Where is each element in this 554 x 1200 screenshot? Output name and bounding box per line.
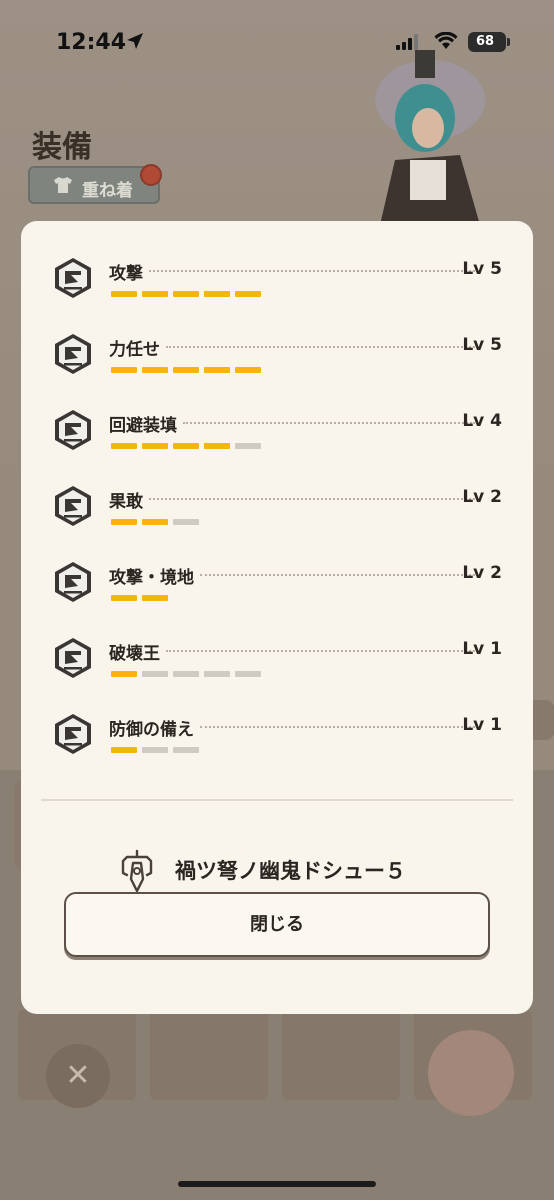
skill-badge-icon	[55, 714, 91, 754]
level-pip-empty	[173, 671, 199, 677]
skill-name: 果敢	[109, 492, 143, 512]
dotted-leader	[149, 270, 475, 272]
level-pip-filled	[111, 747, 137, 753]
level-pip-filled	[142, 367, 168, 373]
skill-level: Lv 5	[462, 335, 502, 355]
level-pip-filled	[111, 443, 137, 449]
skill-badge-icon	[55, 410, 91, 450]
skill-row: 回避装填 Lv 4	[21, 388, 533, 450]
page-title: 装備	[32, 130, 92, 165]
level-pip-filled	[142, 291, 168, 297]
skill-row: 破壊王 Lv 1	[21, 616, 533, 678]
skill-badge-icon	[55, 486, 91, 526]
level-pip-empty	[142, 671, 168, 677]
layering-button-label: 重ね着	[82, 181, 133, 201]
level-pip-empty	[142, 747, 168, 753]
skill-level: Lv 5	[462, 259, 502, 279]
home-indicator	[178, 1181, 376, 1187]
dotted-leader	[149, 498, 475, 500]
skill-level: Lv 2	[462, 563, 502, 583]
level-pip-filled	[173, 367, 199, 373]
level-pip-filled	[111, 519, 137, 525]
shirt-icon	[54, 177, 72, 193]
location-arrow-icon	[127, 33, 143, 49]
status-time: 12:44	[56, 30, 127, 55]
level-pip-empty	[235, 443, 261, 449]
layering-button[interactable]: 重ね着	[28, 164, 162, 204]
level-pip-filled	[173, 443, 199, 449]
skill-row: 力任せ Lv 5	[21, 312, 533, 374]
level-pip-empty	[173, 747, 199, 753]
bowgun-icon	[121, 849, 153, 893]
skill-name: 攻撃	[109, 264, 143, 284]
level-pip-filled	[111, 671, 137, 677]
level-pip-filled	[173, 291, 199, 297]
skill-name: 防御の備え	[109, 720, 194, 740]
character-preview	[375, 50, 485, 225]
skill-badge-icon	[55, 638, 91, 678]
skill-modal: 攻撃 Lv 5 力任せ Lv 5 回避装填 Lv 4 果敢 Lv 2 攻撃・境地 Lv 2 破壊王 L…	[21, 221, 533, 1014]
dotted-leader	[166, 650, 475, 652]
skill-name: 力任せ	[109, 340, 160, 360]
divider	[41, 799, 513, 801]
level-pip-filled	[142, 443, 168, 449]
skill-name: 回避装填	[109, 416, 177, 436]
skill-badge-icon	[55, 258, 91, 298]
level-pip-filled	[111, 291, 137, 297]
skill-level: Lv 1	[462, 639, 502, 659]
level-pip-filled	[111, 595, 137, 601]
avatar-button	[428, 1030, 514, 1116]
skill-badge-icon	[55, 562, 91, 602]
level-pip-filled	[204, 367, 230, 373]
skill-badge-icon	[55, 334, 91, 374]
level-pip-empty	[235, 671, 261, 677]
notification-dot	[140, 164, 162, 186]
x-icon: ✕	[46, 1044, 110, 1108]
dotted-leader	[183, 422, 475, 424]
level-pip-filled	[142, 595, 168, 601]
skill-level: Lv 2	[462, 487, 502, 507]
skill-row: 攻撃 Lv 5	[21, 236, 533, 298]
skill-level: Lv 4	[462, 411, 502, 431]
level-pip-empty	[173, 519, 199, 525]
skill-row: 攻撃・境地 Lv 2	[21, 540, 533, 602]
level-pip-filled	[235, 291, 261, 297]
dotted-leader	[200, 726, 475, 728]
weapon-name: 禍ツ弩ノ幽鬼ドシュー５	[175, 859, 406, 883]
level-pip-filled	[111, 367, 137, 373]
level-pip-empty	[204, 671, 230, 677]
dotted-leader	[166, 346, 475, 348]
skill-row: 防御の備え Lv 1	[21, 692, 533, 754]
level-pip-filled	[204, 443, 230, 449]
dotted-leader	[200, 574, 475, 576]
level-pip-filled	[204, 291, 230, 297]
level-pip-filled	[142, 519, 168, 525]
skill-row: 果敢 Lv 2	[21, 464, 533, 526]
skill-name: 破壊王	[109, 644, 160, 664]
skill-name: 攻撃・境地	[109, 568, 194, 588]
close-button[interactable]: 閉じる	[64, 892, 490, 957]
level-pip-filled	[235, 367, 261, 373]
skill-level: Lv 1	[462, 715, 502, 735]
